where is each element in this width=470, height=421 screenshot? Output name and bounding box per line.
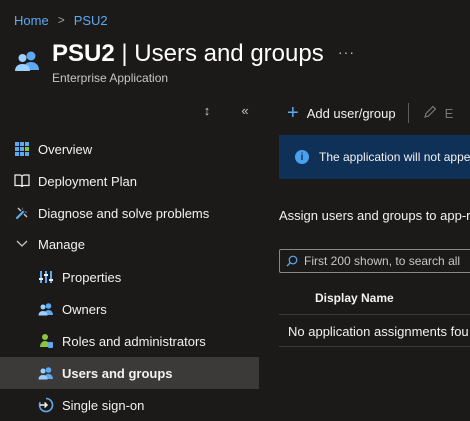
breadcrumb: Home > PSU2	[14, 12, 108, 28]
info-banner-text: The application will not appe	[319, 150, 470, 164]
app-page: Home > PSU2 PSU2 | Users and groups Ente…	[0, 0, 470, 421]
add-user-group-button[interactable]: + Add user/group	[287, 102, 396, 124]
sidebar-item-label: Owners	[62, 301, 107, 317]
sidebar: ↕ « Overview Deployment Plan Diagnose an…	[0, 95, 259, 421]
expand-collapse-icon[interactable]: ↕	[200, 103, 214, 118]
book-icon	[14, 173, 30, 189]
toolbar-divider	[407, 103, 409, 123]
chevron-down-icon	[14, 236, 30, 252]
users-group-icon	[15, 51, 39, 71]
sidebar-item-label: Overview	[38, 141, 93, 157]
sidebar-item-owners[interactable]: Owners	[0, 293, 259, 325]
search-input[interactable]: First 200 shown, to search all	[279, 249, 470, 273]
sidebar-section-manage[interactable]: Manage	[0, 228, 259, 260]
sidebar-item-properties[interactable]: Properties	[0, 261, 259, 293]
sidebar-item-label: Manage	[38, 236, 85, 252]
plus-icon: +	[287, 102, 299, 124]
breadcrumb-home-link[interactable]: Home	[14, 13, 49, 28]
sidebar-item-deployment-plan[interactable]: Deployment Plan	[0, 165, 259, 197]
sidebar-item-single-sign-on[interactable]: Single sign-on	[0, 389, 259, 421]
app-name: PSU2	[52, 40, 115, 67]
column-header-display-name[interactable]: Display Name	[315, 291, 394, 305]
sidebar-item-diagnose[interactable]: Diagnose and solve problems	[0, 197, 259, 229]
sidebar-item-overview[interactable]: Overview	[0, 133, 259, 165]
toolbar: + Add user/group E	[287, 103, 453, 123]
collapse-sidebar-icon[interactable]: «	[238, 103, 252, 118]
sso-icon	[38, 397, 54, 413]
wrench-icon	[14, 205, 30, 221]
page-section-title: | Users and groups	[114, 40, 324, 67]
properties-sliders-icon	[38, 269, 54, 285]
users-groups-icon	[38, 365, 54, 381]
page-header: PSU2 | Users and groups Enterprise Appli…	[14, 40, 324, 85]
main-content: + Add user/group E i The application wil…	[279, 95, 470, 421]
info-icon: i	[295, 150, 309, 164]
more-options-button[interactable]: ···	[338, 44, 355, 60]
page-title: PSU2 | Users and groups	[52, 40, 324, 68]
sidebar-item-users-and-groups[interactable]: Users and groups	[0, 357, 259, 389]
table-divider	[279, 314, 470, 315]
edit-label: E	[444, 105, 454, 121]
sidebar-item-label: Properties	[62, 269, 122, 285]
page-subtitle: Enterprise Application	[52, 71, 169, 85]
sidebar-item-label: Diagnose and solve problems	[38, 205, 210, 221]
pencil-icon	[423, 105, 437, 122]
assign-description: Assign users and groups to app-r	[279, 208, 470, 223]
search-placeholder: First 200 shown, to search all	[304, 254, 461, 268]
owners-icon	[38, 301, 54, 317]
info-banner: i The application will not appe	[279, 135, 470, 179]
sidebar-item-label: Deployment Plan	[38, 173, 137, 189]
empty-assignments-message: No application assignments fou	[288, 324, 469, 339]
breadcrumb-separator-icon: >	[57, 13, 65, 27]
sidebar-item-roles[interactable]: Roles and administrators	[0, 325, 259, 357]
table-divider	[279, 346, 470, 347]
sidebar-controls: ↕ «	[200, 103, 252, 118]
overview-grid-icon	[14, 141, 30, 157]
sidebar-item-label: Users and groups	[62, 365, 173, 381]
sidebar-item-label: Roles and administrators	[62, 333, 206, 349]
breadcrumb-current-link[interactable]: PSU2	[74, 13, 108, 28]
search-icon	[286, 255, 298, 267]
sidebar-item-label: Single sign-on	[62, 397, 145, 413]
edit-button[interactable]: E	[423, 105, 454, 122]
add-user-group-label: Add user/group	[306, 105, 396, 121]
title-block: PSU2 | Users and groups Enterprise Appli…	[52, 40, 324, 85]
roles-icon	[38, 333, 54, 349]
